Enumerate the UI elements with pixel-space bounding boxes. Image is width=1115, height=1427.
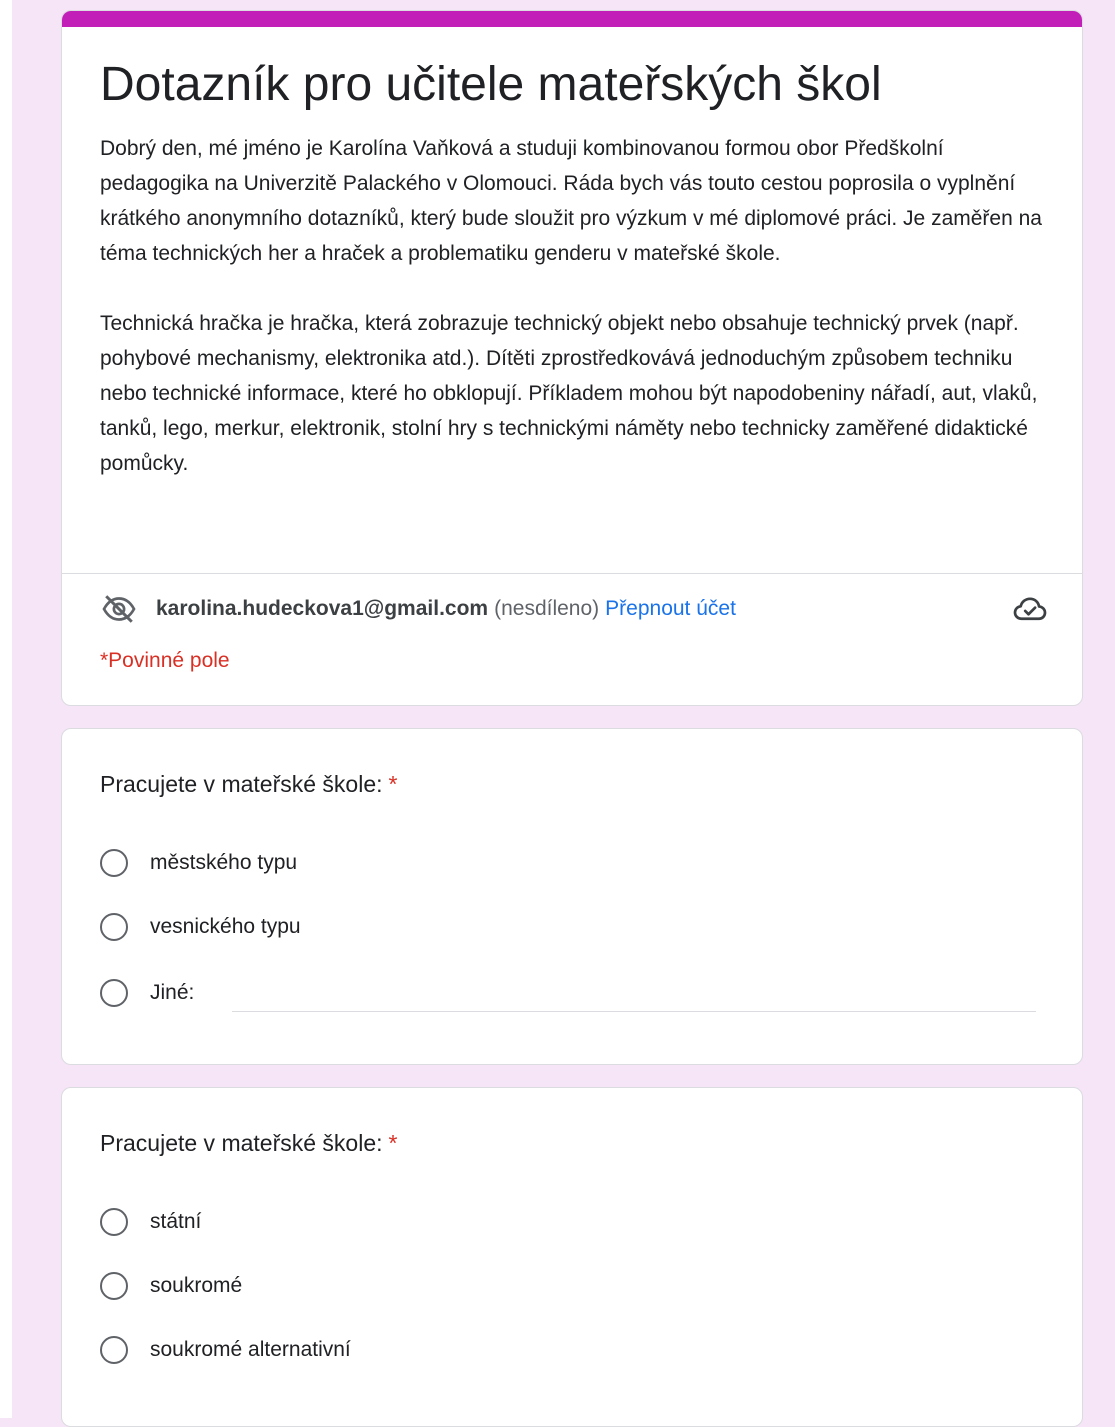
- question-card-school-type: Pracujete v mateřské škole: * městského t…: [61, 728, 1083, 1065]
- option-label: soukromé alternativní: [150, 1338, 351, 1361]
- account-row: karolina.hudeckova1@gmail.com (nesdíleno…: [100, 591, 1050, 627]
- radio-button[interactable]: [100, 979, 128, 1007]
- form-title: Dotazník pro učitele mateřských škol: [100, 58, 882, 111]
- divider: [62, 573, 1082, 574]
- option-state[interactable]: státní: [100, 1205, 201, 1239]
- radio-button[interactable]: [100, 1208, 128, 1236]
- description-paragraph: Dobrý den, mé jméno je Karolína Vaňková …: [100, 137, 1042, 265]
- option-village-type[interactable]: vesnického typu: [100, 910, 301, 944]
- switch-account-link[interactable]: Přepnout účet: [605, 597, 736, 621]
- question-card-school-ownership: Pracujete v mateřské škole: * státní souk…: [61, 1087, 1083, 1427]
- required-note: *Povinné pole: [100, 649, 230, 672]
- option-other[interactable]: Jiné:: [100, 976, 194, 1010]
- description-paragraph: Technická hračka je hračka, která zobraz…: [100, 312, 1038, 475]
- option-label: Jiné:: [150, 981, 195, 1004]
- option-label: vesnického typu: [150, 915, 301, 938]
- option-label: státní: [150, 1210, 202, 1233]
- radio-button[interactable]: [100, 1272, 128, 1300]
- option-private-alternative[interactable]: soukromé alternativní: [100, 1333, 351, 1367]
- page-edge: [0, 0, 12, 1418]
- radio-button[interactable]: [100, 913, 128, 941]
- required-asterisk: *: [388, 771, 398, 797]
- radio-button[interactable]: [100, 1336, 128, 1364]
- account-sharing-note: (nesdíleno): [494, 597, 600, 620]
- accent-bar: [62, 11, 1082, 27]
- eye-off-icon: [102, 595, 136, 623]
- account-email: karolina.hudeckova1@gmail.com: [156, 597, 489, 620]
- required-asterisk: *: [388, 1130, 398, 1156]
- question-title-text: Pracujete v mateřské škole:: [100, 771, 383, 797]
- option-label: soukromé: [150, 1274, 243, 1297]
- radio-button[interactable]: [100, 849, 128, 877]
- question-title: Pracujete v mateřské škole: *: [100, 1130, 397, 1157]
- form-header-card: Dotazník pro učitele mateřských škol Dob…: [61, 10, 1083, 706]
- other-text-input[interactable]: [232, 979, 1036, 1012]
- form-description: Dobrý den, mé jméno je Karolína Vaňková …: [100, 131, 1050, 516]
- option-city-type[interactable]: městského typu: [100, 846, 297, 880]
- option-private[interactable]: soukromé: [100, 1269, 242, 1303]
- question-title-text: Pracujete v mateřské škole:: [100, 1130, 383, 1156]
- option-label: městského typu: [150, 851, 298, 874]
- question-title: Pracujete v mateřské škole: *: [100, 771, 397, 798]
- cloud-check-icon: [1013, 597, 1047, 621]
